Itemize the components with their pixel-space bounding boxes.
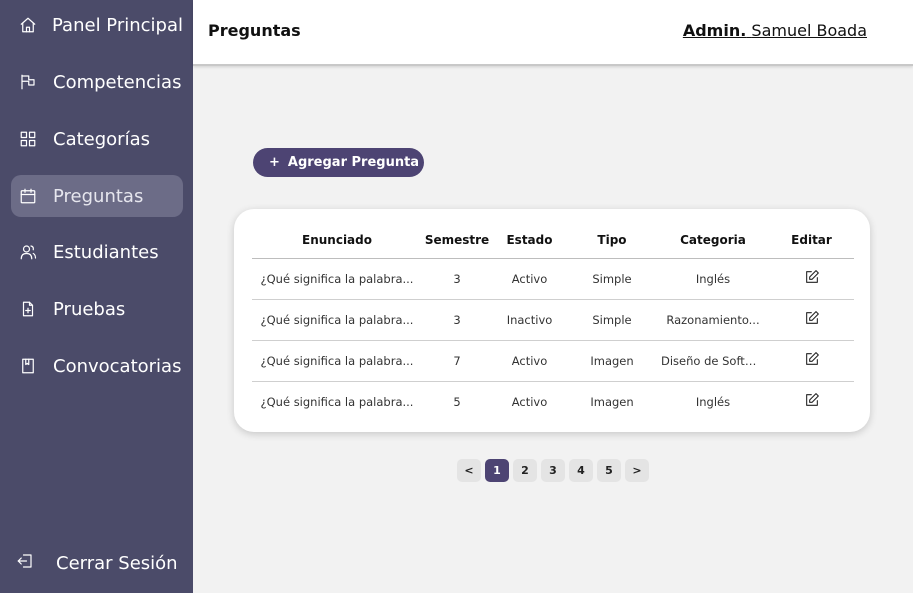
column-header-semestre: Semestre: [422, 222, 492, 259]
plus-icon: +: [269, 155, 280, 170]
column-header-tipo: Tipo: [567, 222, 657, 259]
sidebar-item-categorias[interactable]: Categorías: [11, 118, 183, 160]
sidebar-item-competencias[interactable]: Competencias: [11, 61, 183, 103]
edit-icon[interactable]: [804, 270, 820, 288]
cell-editar: [769, 381, 854, 422]
page-button-1[interactable]: 1: [485, 459, 509, 482]
table-row: ¿Qué significa la palabra... 3 Activo Si…: [252, 258, 854, 300]
cell-estado: Activo: [511, 394, 548, 409]
cell-estado: Inactivo: [492, 299, 567, 341]
cell-tipo: Imagen: [590, 394, 634, 409]
cell-categoria: Diseño de Softwa...: [657, 340, 769, 382]
column-header-editar: Editar: [769, 222, 854, 259]
cell-estado: Activo: [492, 340, 567, 382]
cell-editar: [769, 299, 854, 341]
add-question-button[interactable]: + Agregar Pregunta: [253, 148, 424, 177]
cell-tipo: Simple: [567, 299, 657, 341]
page-button-4[interactable]: 4: [569, 459, 593, 482]
sidebar-item-label: Panel Principal: [52, 14, 183, 36]
cell-tipo: Imagen: [567, 340, 657, 382]
cell-categoria: Razonamiento...: [657, 299, 769, 341]
edit-icon[interactable]: [804, 393, 820, 411]
cell-editar: [769, 340, 854, 382]
user-name: Samuel Boada: [751, 21, 867, 40]
column-header-enunciado: Enunciado: [252, 222, 422, 259]
cell-semestre: 3: [422, 299, 492, 341]
flag-icon: [18, 72, 38, 92]
file-plus-icon: [18, 299, 38, 319]
sidebar: Panel Principal Competencias Categorías …: [0, 0, 193, 593]
column-header-estado: Estado: [492, 222, 567, 259]
sidebar-item-pruebas[interactable]: Pruebas: [11, 288, 183, 330]
cell-enunciado: ¿Qué significa la palabra...: [252, 340, 422, 382]
sidebar-item-panel-principal[interactable]: Panel Principal: [11, 4, 183, 46]
page-button-5[interactable]: 5: [597, 459, 621, 482]
logout-button[interactable]: Cerrar Sesión: [16, 552, 178, 574]
column-header-categoria: Categoria: [657, 222, 769, 259]
sidebar-item-label: Preguntas: [53, 185, 144, 207]
sidebar-item-label: Estudiantes: [53, 241, 159, 263]
top-header: Preguntas Admin. Samuel Boada: [193, 0, 913, 66]
sidebar-item-label: Convocatorias: [53, 355, 182, 377]
add-question-label: Agregar Pregunta: [287, 155, 420, 170]
cell-editar: [769, 258, 854, 300]
sidebar-item-label: Pruebas: [53, 298, 126, 320]
page-title: Preguntas: [208, 21, 301, 40]
cell-categoria: Inglés: [695, 394, 731, 409]
questions-table-card: Enunciado Semestre Estado Tipo Categoria…: [234, 209, 870, 432]
bookmark-icon: [18, 356, 38, 376]
cell-semestre: 5: [453, 394, 461, 409]
table-header-row: Enunciado Semestre Estado Tipo Categoria…: [252, 222, 854, 259]
cell-estado: Activo: [492, 258, 567, 300]
cell-enunciado: ¿Qué significa la palabra...: [252, 258, 422, 300]
sidebar-item-estudiantes[interactable]: Estudiantes: [11, 231, 183, 273]
table-row: ¿Qué significa la palabra... 3 Inactivo …: [252, 299, 854, 341]
sidebar-item-label: Categorías: [53, 128, 150, 150]
prev-page-button[interactable]: <: [457, 459, 481, 482]
cell-categoria: Inglés: [657, 258, 769, 300]
logout-label: Cerrar Sesión: [56, 552, 178, 574]
pagination: < 1 2 3 4 5 >: [457, 459, 649, 482]
edit-icon[interactable]: [804, 352, 820, 370]
sidebar-item-preguntas[interactable]: Preguntas: [11, 175, 183, 217]
questions-table: Enunciado Semestre Estado Tipo Categoria…: [252, 222, 854, 422]
home-icon: [18, 15, 37, 35]
sidebar-item-label: Competencias: [53, 71, 182, 93]
user-profile-link[interactable]: Admin. Samuel Boada: [683, 21, 867, 40]
logout-icon: [16, 552, 34, 574]
grid-icon: [18, 129, 38, 149]
next-page-button[interactable]: >: [625, 459, 649, 482]
table-row: ¿Qué significa la palabra... 7 Activo Im…: [252, 340, 854, 382]
cell-enunciado: ¿Qué significa la palabra...: [260, 394, 414, 409]
cell-semestre: 7: [422, 340, 492, 382]
sidebar-item-convocatorias[interactable]: Convocatorias: [11, 345, 183, 387]
calendar-icon: [18, 186, 38, 206]
page-button-2[interactable]: 2: [513, 459, 537, 482]
cell-semestre: 3: [422, 258, 492, 300]
edit-icon[interactable]: [804, 311, 820, 329]
users-icon: [18, 242, 38, 262]
cell-enunciado: ¿Qué significa la palabra...: [252, 299, 422, 341]
table-row: ¿Qué significa la palabra... 5 Activo Im…: [252, 381, 854, 422]
page-button-3[interactable]: 3: [541, 459, 565, 482]
cell-tipo: Simple: [567, 258, 657, 300]
user-role: Admin.: [682, 21, 747, 40]
